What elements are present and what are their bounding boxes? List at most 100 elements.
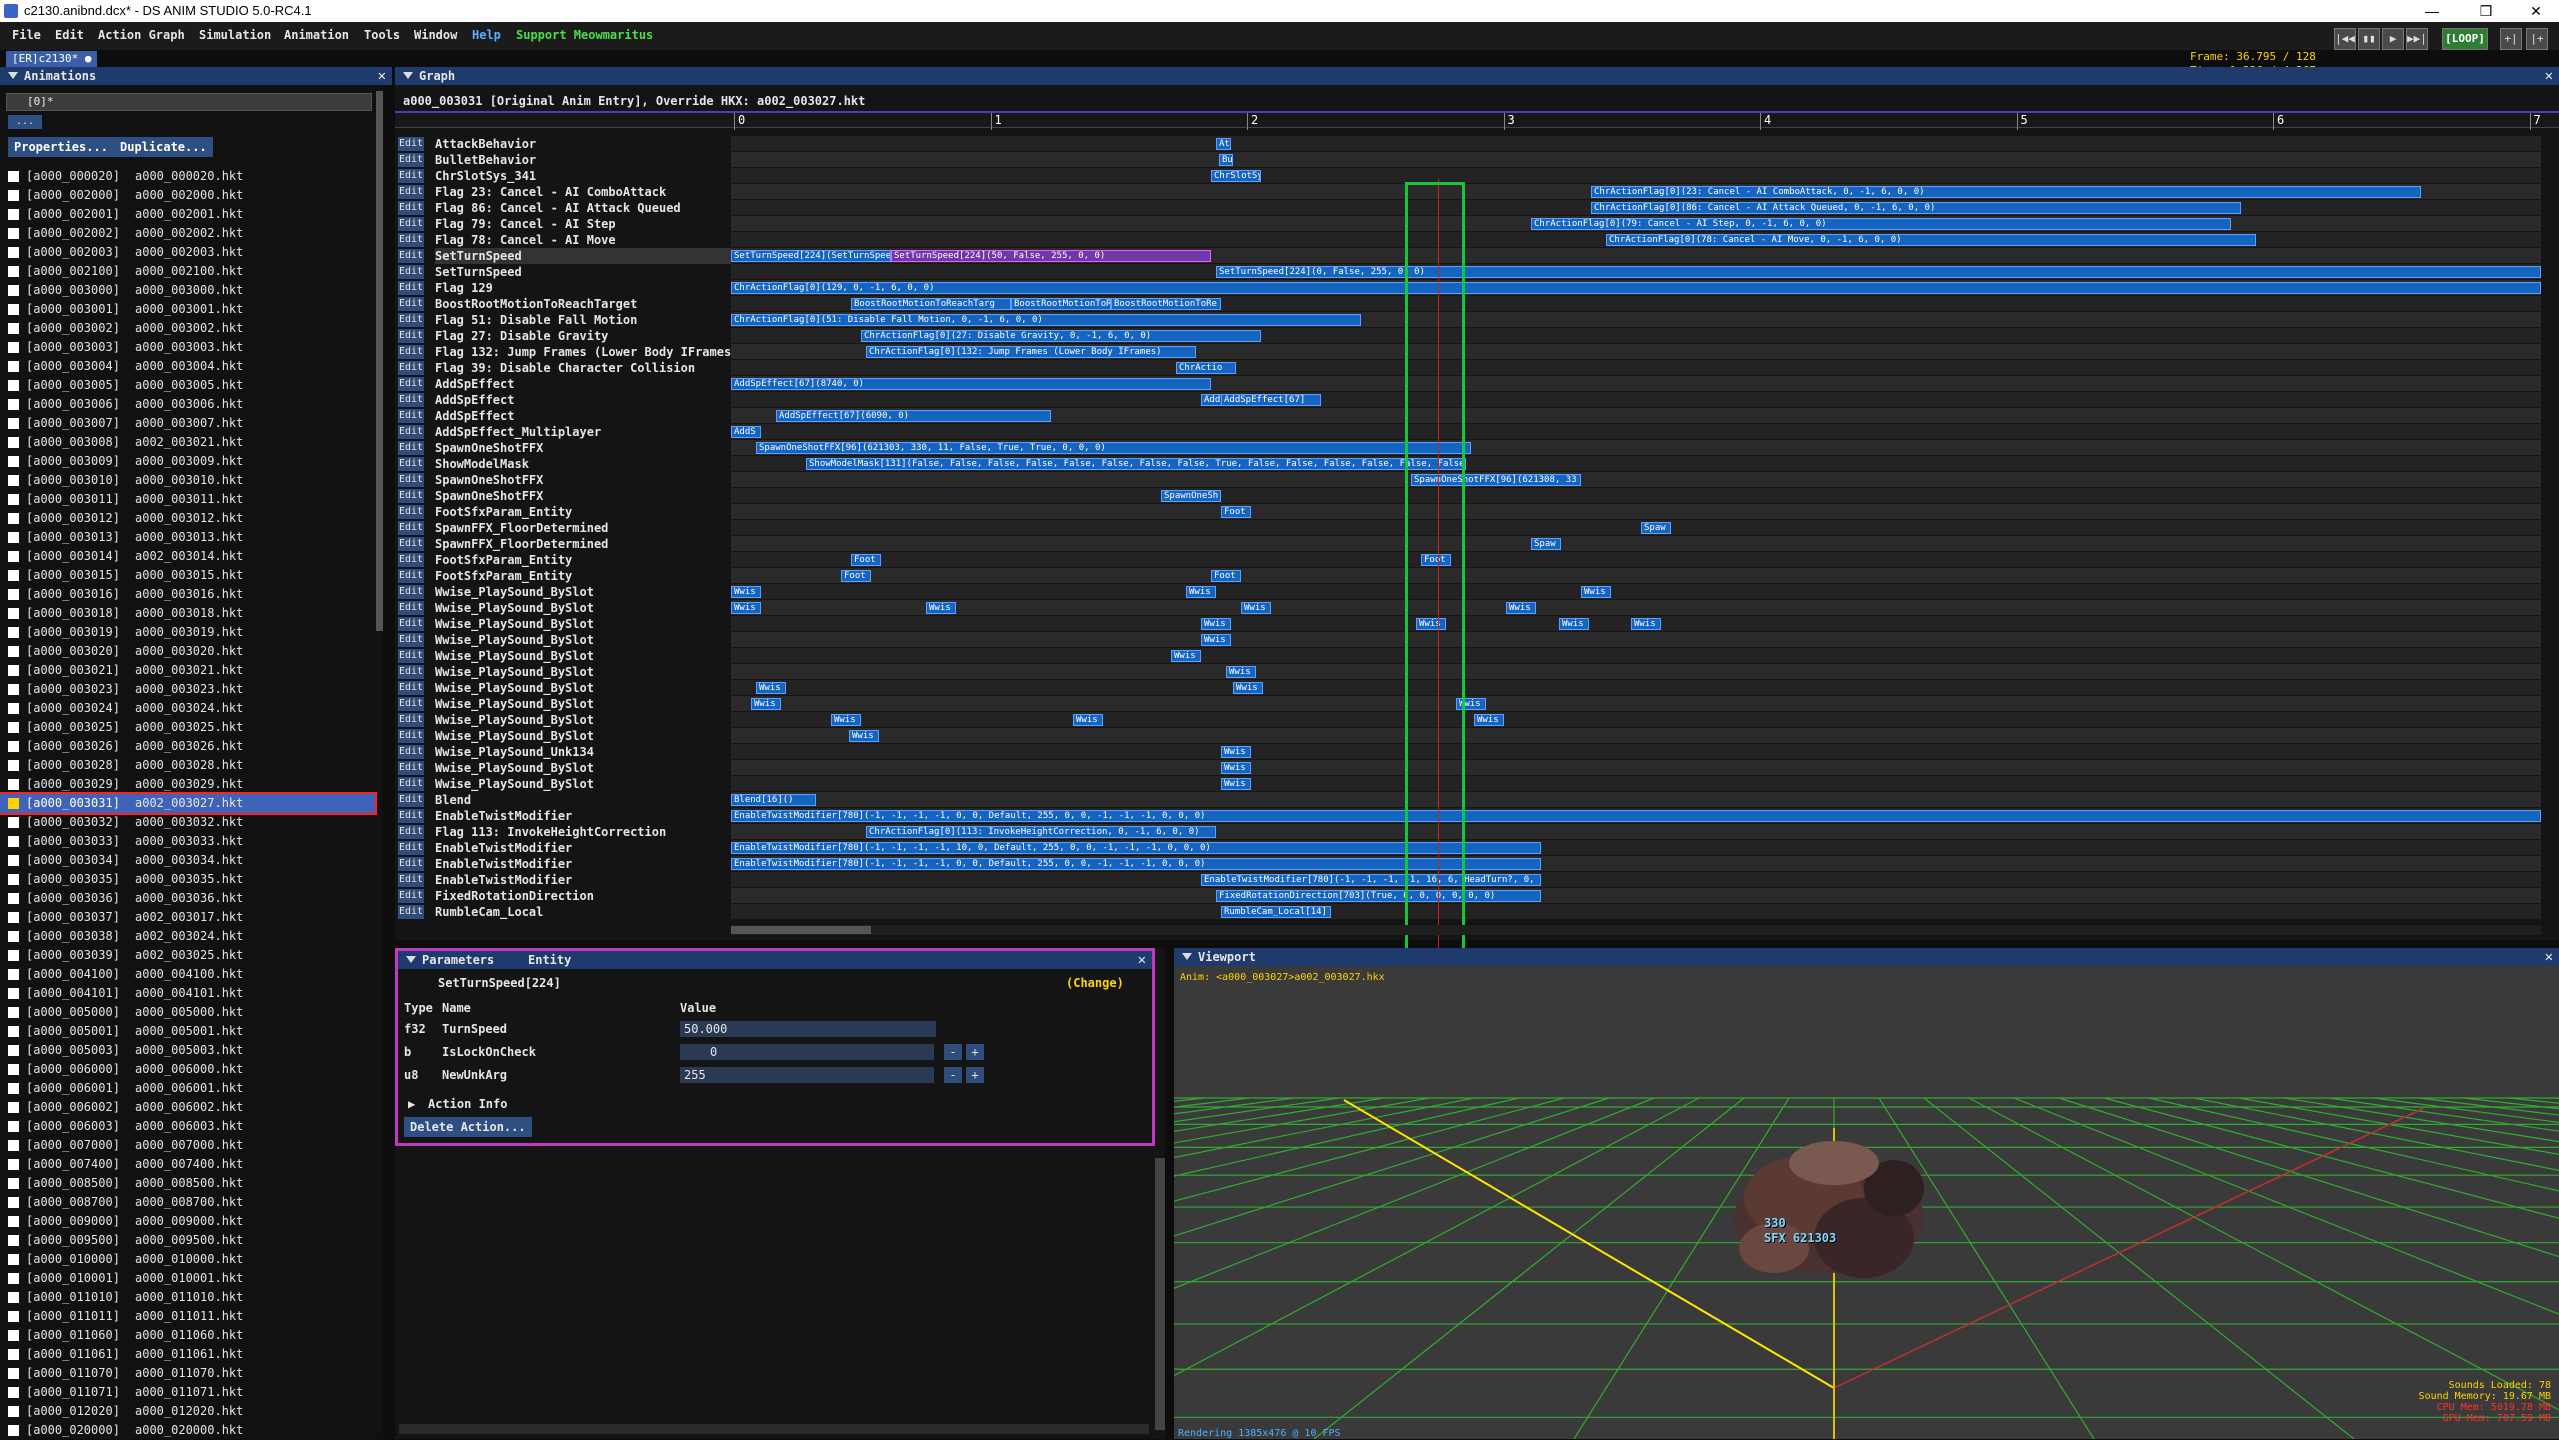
edit-row-button[interactable]: Edit (398, 297, 424, 311)
menu-tools[interactable]: Tools (364, 28, 400, 42)
event-block[interactable]: RumbleCam_Local[14] (1221, 906, 1331, 918)
checkbox[interactable] (8, 627, 19, 638)
event-block[interactable]: At (1216, 138, 1231, 150)
edit-row-button[interactable]: Edit (398, 345, 424, 359)
edit-row-button[interactable]: Edit (398, 361, 424, 375)
checkbox[interactable] (8, 665, 19, 676)
animation-list-item[interactable]: [a000_005000] a000_005000.hkt (0, 1003, 375, 1022)
checkbox[interactable] (8, 1102, 19, 1113)
event-block[interactable]: Wwis (1581, 586, 1611, 598)
checkbox[interactable] (8, 1083, 19, 1094)
step-forward-button[interactable]: |+ (2526, 28, 2548, 50)
checkbox[interactable] (8, 1159, 19, 1170)
event-block[interactable]: SetTurnSpeed[224](50, False, 255, 0, 0) (891, 250, 1211, 262)
duplicate-button[interactable]: Duplicate... (114, 137, 213, 157)
checkbox[interactable] (8, 380, 19, 391)
event-track[interactable]: Wwis Wwis Wwis (731, 712, 2541, 728)
checkbox[interactable] (8, 437, 19, 448)
event-block[interactable]: Wwis (1221, 746, 1251, 758)
checkbox[interactable] (8, 1349, 19, 1360)
event-block[interactable]: Wwis (1631, 618, 1661, 630)
event-block[interactable]: Wwis (1221, 778, 1251, 790)
turnspeed-input[interactable]: 50.000 (680, 1021, 936, 1037)
edit-row-button[interactable]: Edit (398, 409, 424, 423)
checkbox[interactable] (8, 589, 19, 600)
animation-list-item[interactable]: [a000_003020] a000_003020.hkt (0, 642, 375, 661)
checkbox[interactable] (8, 950, 19, 961)
checkbox[interactable] (8, 646, 19, 657)
animation-list-item[interactable]: [a000_006003] a000_006003.hkt (0, 1117, 375, 1136)
edit-row-button[interactable]: Edit (398, 169, 424, 183)
edit-row-button[interactable]: Edit (398, 553, 424, 567)
document-tab[interactable]: [ER]c2130* ● (6, 51, 98, 67)
checkbox[interactable] (8, 570, 19, 581)
checkbox[interactable] (8, 1216, 19, 1227)
event-track[interactable]: ChrSlotSy (731, 168, 2541, 184)
edit-row-button[interactable]: Edit (398, 905, 424, 919)
event-block[interactable]: SpawnOneShotFFX[96](621303, 330, 11, Fal… (756, 442, 1471, 454)
event-track[interactable]: SetTurnSpeed[224](SetTurnSpeed SetTurnSpe… (731, 248, 2541, 264)
edit-row-button[interactable]: Edit (398, 521, 424, 535)
fast-forward-button[interactable]: ▶▶| (2406, 28, 2428, 50)
event-block[interactable]: Wwis (731, 586, 761, 598)
checkbox[interactable] (8, 760, 19, 771)
play-button[interactable]: ▶ (2382, 28, 2404, 50)
event-track[interactable]: Wwis (731, 648, 2541, 664)
animation-list-item[interactable]: [a000_003021] a000_003021.hkt (0, 661, 375, 680)
checkbox[interactable] (8, 1197, 19, 1208)
edit-row-button[interactable]: Edit (398, 633, 424, 647)
increment-button[interactable]: + (966, 1067, 984, 1083)
animation-list-item[interactable]: [a000_003025] a000_003025.hkt (0, 718, 375, 737)
event-track[interactable]: ChrActionFlag[0](129, 0, -1, 6, 0, 0) (731, 280, 2541, 296)
collapse-icon[interactable] (403, 72, 413, 79)
edit-row-button[interactable]: Edit (398, 809, 424, 823)
event-track[interactable]: Spaw (731, 520, 2541, 536)
checkbox[interactable] (8, 684, 19, 695)
event-track[interactable]: Wwis Wwis (731, 696, 2541, 712)
animation-list-item[interactable]: [a000_006002] a000_006002.hkt (0, 1098, 375, 1117)
checkbox[interactable] (8, 1311, 19, 1322)
event-block[interactable]: Wwis (1226, 666, 1256, 678)
event-block[interactable]: Wwis (756, 682, 786, 694)
animation-list-item[interactable]: [a000_003037] a002_003017.hkt (0, 908, 375, 927)
checkbox[interactable] (8, 190, 19, 201)
checkbox[interactable] (8, 1368, 19, 1379)
event-track[interactable]: Wwis (731, 664, 2541, 680)
event-block[interactable]: ChrActionFlag[0](113: InvokeHeightCorrec… (866, 826, 1216, 838)
animation-list-item[interactable]: [a000_003006] a000_003006.hkt (0, 395, 375, 414)
event-track[interactable]: BoostRootMotionToReachTarg BoostRootMotio… (731, 296, 2541, 312)
event-track[interactable]: EnableTwistModifier[780](-1, -1, -1, -1,… (731, 872, 2541, 888)
animation-list-item[interactable]: [a000_005001] a000_005001.hkt (0, 1022, 375, 1041)
parameters-scrollbar[interactable] (1155, 1158, 1165, 1430)
event-track[interactable]: At (731, 136, 2541, 152)
animation-list-item[interactable]: [a000_003028] a000_003028.hkt (0, 756, 375, 775)
edit-row-button[interactable]: Edit (398, 745, 424, 759)
animation-list-item[interactable]: [a000_003001] a000_003001.hkt (0, 300, 375, 319)
edit-row-button[interactable]: Edit (398, 793, 424, 807)
animation-list-item[interactable]: [a000_004101] a000_004101.hkt (0, 984, 375, 1003)
checkbox[interactable] (8, 1387, 19, 1398)
edit-row-button[interactable]: Edit (398, 889, 424, 903)
event-track[interactable]: EnableTwistModifier[780](-1, -1, -1, -1,… (731, 808, 2541, 824)
edit-row-button[interactable]: Edit (398, 761, 424, 775)
checkbox[interactable] (8, 779, 19, 790)
animation-list-item[interactable]: [a000_003014] a002_003014.hkt (0, 547, 375, 566)
maximize-button[interactable]: ❒ (2464, 1, 2508, 21)
islockoncheck-input[interactable]: 0 (680, 1044, 934, 1060)
animation-list-item[interactable]: [a000_008700] a000_008700.hkt (0, 1193, 375, 1212)
checkbox[interactable] (8, 893, 19, 904)
event-track[interactable]: Foot Foot (731, 552, 2541, 568)
animation-list-item[interactable]: [a000_003011] a000_003011.hkt (0, 490, 375, 509)
checkbox[interactable] (8, 323, 19, 334)
event-block[interactable]: SpawnOneSh (1161, 490, 1221, 502)
edit-row-button[interactable]: Edit (398, 777, 424, 791)
event-track[interactable]: Wwis (731, 728, 2541, 744)
edit-row-button[interactable]: Edit (398, 713, 424, 727)
event-track[interactable]: ChrActionFlag[0](78: Cancel - AI Move, 0… (731, 232, 2541, 248)
event-track[interactable]: ChrActionFlag[0](51: Disable Fall Motion… (731, 312, 2541, 328)
graph-horizontal-scrollbar[interactable] (731, 925, 2541, 935)
event-block[interactable]: ChrSlotSy (1211, 170, 1261, 182)
edit-row-button[interactable]: Edit (398, 441, 424, 455)
event-track[interactable]: ChrActionFlag[0](27: Disable Gravity, 0,… (731, 328, 2541, 344)
event-block[interactable]: SetTurnSpeed[224](SetTurnSpeed (731, 250, 891, 262)
